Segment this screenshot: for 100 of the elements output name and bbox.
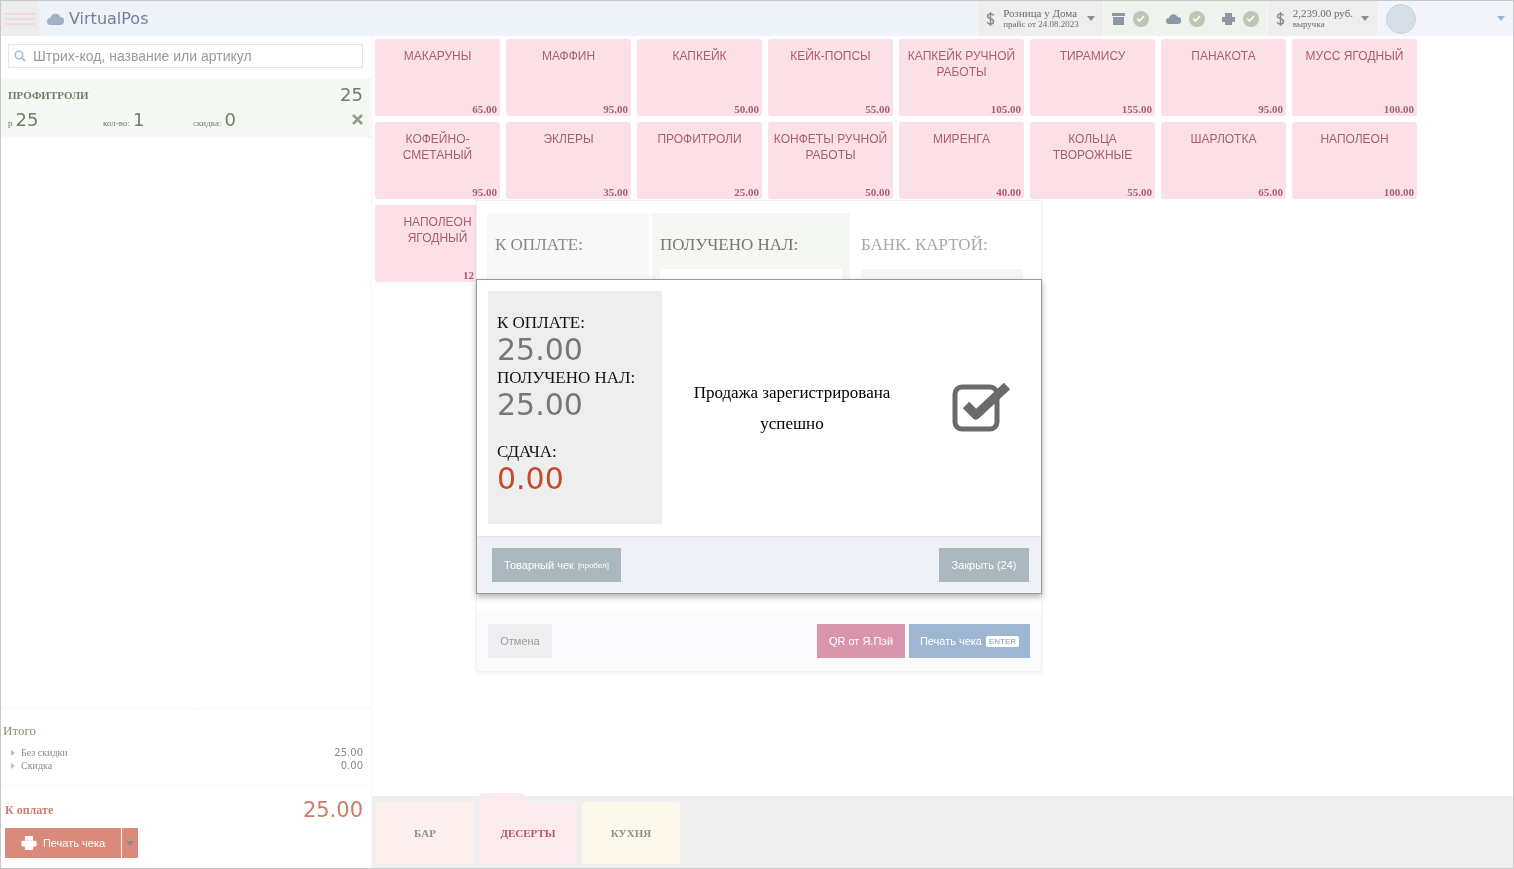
totals-value: 25.00 (334, 747, 363, 758)
check-icon (1188, 10, 1205, 27)
status-indicator[interactable] (1156, 1, 1213, 36)
archive-icon (1111, 12, 1125, 25)
due-label: К оплате (5, 802, 54, 818)
product-tile[interactable]: МУСС ЯГОДНЫЙ 100.00 (1292, 39, 1417, 116)
product-name: МУСС ЯГОДНЫЙ (1305, 49, 1404, 65)
discount-label: скидка: (193, 118, 222, 128)
dollar-icon (986, 10, 996, 27)
currency-sign: р (8, 118, 13, 128)
totals-label: Скидка (21, 760, 53, 771)
print-receipt-button[interactable]: Печать чека (5, 828, 121, 858)
product-tile[interactable]: КЕЙК-ПОПСЫ 55.00 (768, 39, 893, 116)
avatar-icon (1386, 3, 1416, 34)
product-tile[interactable]: КОФЕЙНО-СМЕТАНЫЙ 95.00 (375, 122, 500, 199)
product-tile[interactable]: КАПКЕЙК РУЧНОЙ РАБОТЫ 105.00 (899, 39, 1024, 116)
product-tile[interactable]: ЭКЛЕРЫ 35.00 (506, 122, 631, 199)
check-icon (1242, 10, 1259, 27)
status-indicator[interactable] (1212, 1, 1267, 36)
product-price: 35.00 (603, 186, 628, 198)
status-indicator[interactable] (1102, 1, 1157, 36)
product-price: 155.00 (1121, 103, 1152, 115)
cloud-upload-icon (1165, 13, 1181, 24)
cancel-button[interactable]: Отмена (488, 624, 552, 658)
cloud-icon (47, 12, 64, 25)
product-price: 95.00 (472, 186, 497, 198)
product-tile[interactable]: МАКАРУНЫ 65.00 (375, 39, 500, 116)
product-tile[interactable]: ШАРЛОТКА 65.00 (1161, 122, 1286, 199)
caret-icon (126, 840, 134, 846)
product-price: 105.00 (990, 103, 1021, 115)
product-price: 95.00 (1258, 103, 1283, 115)
item-discount: 0 (224, 109, 236, 130)
product-tile[interactable]: МАФФИН 95.00 (506, 39, 631, 116)
product-price: 55.00 (865, 103, 890, 115)
category-tab[interactable]: КУХНЯ (582, 802, 680, 864)
print-receipt-button[interactable]: Печать чека ENTER (909, 624, 1030, 658)
product-name: ТИРАМИСУ (1059, 49, 1126, 65)
category-tab[interactable]: ДЕСЕРТЫ (479, 793, 577, 864)
checked-box-icon (952, 382, 1012, 433)
store-selector[interactable]: Розница у Дома прайс от 24.08.2023 (977, 1, 1103, 36)
amount-label: СДАЧА: (497, 442, 558, 462)
totals-value: 0.00 (340, 760, 363, 771)
item-total: 25 (340, 84, 363, 105)
app-name: VirtualPos (69, 9, 149, 28)
amount-label: ПОЛУЧЕНО НАЛ: (497, 367, 637, 388)
product-tile[interactable]: КАПКЕЙК 50.00 (637, 39, 762, 116)
item-name: ПРОФИТРОЛИ (8, 88, 89, 101)
due-amount: 25.00 (302, 798, 363, 822)
product-price: 25.00 (734, 186, 759, 198)
key-hint: ENTER (986, 635, 1020, 647)
item-qty: 1 (133, 109, 145, 130)
amount-value: 25.00 (497, 333, 584, 368)
amount-value: 0.00 (497, 462, 565, 497)
close-button[interactable]: Закрыть (24) (939, 548, 1029, 582)
close-icon[interactable] (352, 114, 363, 125)
revenue-selector[interactable]: 2,239.00 руб. выручка (1266, 1, 1377, 36)
category-tab[interactable]: БАР (376, 802, 474, 864)
product-name: КОНФЕТЫ РУЧНОЙ РАБОТЫ (772, 132, 889, 164)
product-tile[interactable]: НАПОЛЕОН 100.00 (1292, 122, 1417, 199)
print-options-button[interactable] (121, 828, 138, 858)
product-name: НАПОЛЕОН (1320, 132, 1389, 148)
bullet-icon (11, 749, 15, 756)
product-name: МАКАРУНЫ (403, 49, 472, 65)
product-name: ПАНАКОТА (1191, 49, 1256, 65)
product-name: МАФФИН (541, 49, 596, 65)
product-price: 50.00 (865, 186, 890, 198)
product-tile[interactable]: КОНФЕТЫ РУЧНОЙ РАБОТЫ 50.00 (768, 122, 893, 199)
dollar-icon (1275, 10, 1285, 27)
product-name: КАПКЕЙК РУЧНОЙ РАБОТЫ (906, 49, 1017, 81)
amount-label: К ОПЛАТЕ: (497, 313, 586, 333)
product-name: ШАРЛОТКА (1190, 132, 1257, 148)
order-item[interactable]: ПРОФИТРОЛИ 25 р 25 кол-во: 1 скидка: 0 (1, 78, 371, 138)
product-price: 12 (463, 269, 474, 281)
product-tile[interactable]: ПРОФИТРОЛИ 25.00 (637, 122, 762, 199)
sales-receipt-button[interactable]: Товарный чек [пробел] (492, 548, 621, 582)
caret-icon (1086, 16, 1095, 21)
product-tile[interactable]: ПАНАКОТА 95.00 (1161, 39, 1286, 116)
product-price: 40.00 (996, 186, 1021, 198)
product-tile[interactable]: КОЛЬЦА ТВОРОЖНЫЕ 55.00 (1030, 122, 1155, 199)
product-price: 95.00 (603, 103, 628, 115)
product-price: 65.00 (1258, 186, 1283, 198)
product-name: КОЛЬЦА ТВОРОЖНЫЕ (1051, 132, 1134, 164)
totals-label: Без скидки (21, 747, 68, 758)
qr-pay-button[interactable]: QR от Я.Пэй (817, 624, 905, 658)
search-icon (14, 50, 26, 62)
product-price: 55.00 (1127, 186, 1152, 198)
amount-value: 25.00 (497, 387, 584, 422)
product-name: ЭКЛЕРЫ (543, 132, 594, 148)
product-price: 65.00 (472, 103, 497, 115)
product-tile[interactable]: МИРЕНГА 40.00 (899, 122, 1024, 199)
totals-title: Итого (3, 723, 37, 739)
product-name: НАПОЛЕОН ЯГОДНЫЙ (402, 215, 473, 247)
success-message: Продажа зарегистрирована успешно (692, 381, 892, 435)
product-price: 50.00 (734, 103, 759, 115)
search-field[interactable]: Штрих-код, название или артикул (8, 44, 363, 68)
product-tile[interactable]: ТИРАМИСУ 155.00 (1030, 39, 1155, 116)
payment-label: БАНК. КАРТОЙ: (861, 235, 989, 255)
product-name: КОФЕЙНО-СМЕТАНЫЙ (401, 132, 474, 164)
product-name: МИРЕНГА (933, 132, 990, 148)
bullet-icon (11, 762, 15, 769)
